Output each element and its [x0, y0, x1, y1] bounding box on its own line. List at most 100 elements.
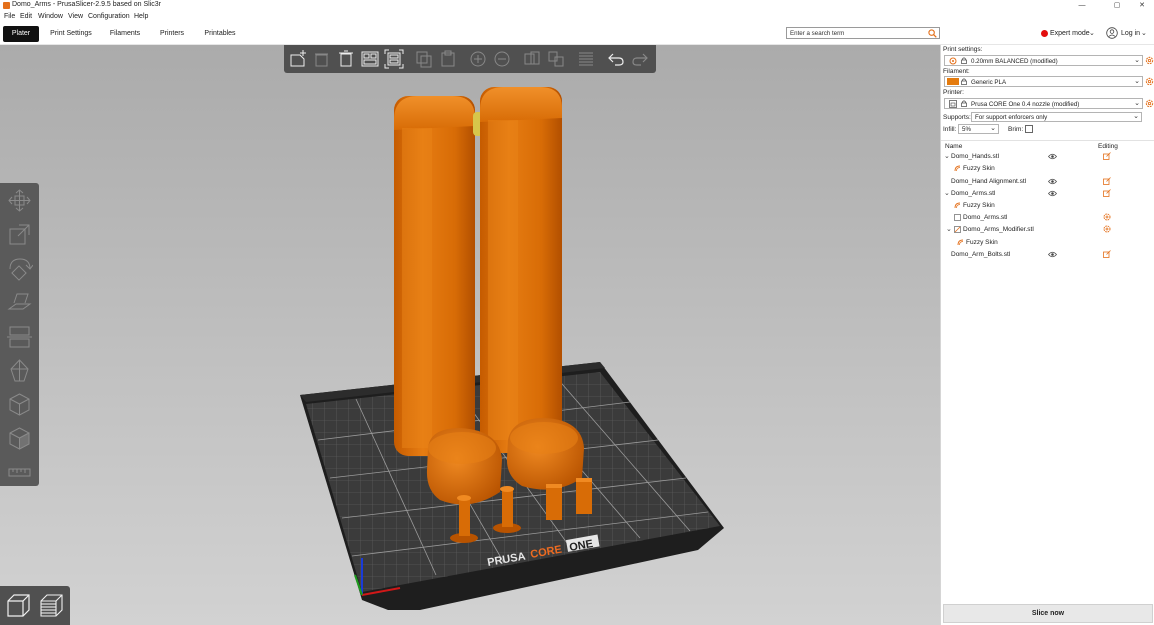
brim-label: Brim:: [1008, 126, 1024, 133]
close-button[interactable]: ✕: [1130, 0, 1154, 11]
chevron-down-icon[interactable]: ⌄: [1089, 29, 1095, 37]
arrange-selection-icon[interactable]: [384, 49, 404, 69]
print-settings-label: Print settings:: [943, 46, 983, 53]
remove-instance-icon[interactable]: [492, 49, 512, 69]
object-list-item[interactable]: ⌄ Domo_Arms.stl: [941, 188, 1154, 200]
preview-layers-icon[interactable]: [37, 591, 66, 620]
chevron-down-icon[interactable]: ⌄: [1141, 29, 1147, 37]
object-list-item[interactable]: ⌄ Domo_Hands.stl: [941, 151, 1154, 163]
domo-hand-right[interactable]: [506, 418, 584, 490]
mmu-painting-icon[interactable]: [6, 425, 33, 452]
mode-selector[interactable]: Expert mode: [1050, 30, 1090, 37]
tab-filaments[interactable]: Filaments: [105, 26, 145, 42]
scale-icon[interactable]: [6, 221, 33, 248]
chevron-down-icon: ⌄: [990, 125, 996, 132]
expand-icon[interactable]: ⌄: [944, 189, 950, 197]
paint-supports-icon[interactable]: [6, 357, 33, 384]
eye-icon[interactable]: [1048, 251, 1057, 258]
fuzzy-skin-icon: [954, 165, 961, 172]
print-settings-combo[interactable]: 0.20mm BALANCED (modified) ⌄: [944, 55, 1143, 66]
tab-plater[interactable]: Plater: [3, 26, 39, 42]
brim-checkbox[interactable]: [1025, 125, 1033, 133]
arrange-icon[interactable]: [360, 49, 380, 69]
window-title: Domo_Arms - PrusaSlicer-2.9.5 based on S…: [12, 1, 162, 8]
menu-view[interactable]: View: [68, 13, 83, 20]
place-on-face-icon[interactable]: [6, 289, 33, 316]
menu-window[interactable]: Window: [38, 13, 63, 20]
edit-settings-icon[interactable]: [1103, 250, 1111, 258]
fuzzy-skin-icon: [957, 239, 964, 246]
domo-hand-left[interactable]: [426, 428, 502, 505]
add-instance-icon[interactable]: [468, 49, 488, 69]
cut-icon[interactable]: [6, 323, 33, 350]
menu-file[interactable]: File: [4, 13, 15, 20]
tab-printables[interactable]: Printables: [198, 26, 242, 42]
edit-settings-icon[interactable]: [1103, 177, 1111, 185]
domo-arm-right[interactable]: [480, 87, 562, 453]
undo-icon[interactable]: [606, 49, 626, 69]
printer-combo[interactable]: Prusa CORE One 0.4 nozzle (modified) ⌄: [944, 98, 1143, 109]
delete-icon[interactable]: [312, 49, 332, 69]
gear-icon[interactable]: [1103, 225, 1111, 233]
3d-scene[interactable]: PRUSA CORE ONE: [0, 45, 940, 625]
chevron-down-icon: ⌄: [1134, 57, 1140, 64]
object-list-item-label: Fuzzy Skin: [966, 239, 998, 246]
redo-icon[interactable]: [630, 49, 650, 69]
maximize-button[interactable]: ▢: [1105, 0, 1129, 11]
search-input[interactable]: Enter a search term: [786, 27, 940, 39]
eye-icon[interactable]: [1048, 190, 1057, 197]
object-list-item-label: Fuzzy Skin: [963, 165, 995, 172]
paste-icon[interactable]: [438, 49, 458, 69]
infill-combo[interactable]: 5% ⌄: [958, 124, 999, 134]
split-parts-icon[interactable]: [546, 49, 566, 69]
user-icon[interactable]: [1106, 27, 1118, 39]
copy-icon[interactable]: [414, 49, 434, 69]
eye-icon[interactable]: [1048, 178, 1057, 185]
supports-label: Supports:: [943, 114, 971, 121]
object-list-item[interactable]: Fuzzy Skin: [941, 163, 1154, 175]
menu-help[interactable]: Help: [134, 13, 148, 20]
move-icon[interactable]: [6, 187, 33, 214]
3d-viewport[interactable]: PRUSA CORE ONE: [0, 45, 940, 625]
slice-now-button[interactable]: Slice now: [943, 604, 1153, 623]
domo-arm-left[interactable]: [394, 96, 475, 456]
object-list-item[interactable]: Domo_Arms.stl: [941, 212, 1154, 224]
3d-view-icon[interactable]: [4, 591, 33, 620]
object-list-item-label: Domo_Arms.stl: [963, 214, 1008, 221]
edit-settings-icon[interactable]: [1103, 189, 1111, 197]
object-list-item[interactable]: Fuzzy Skin: [941, 200, 1154, 212]
sidebar: Print settings: 0.20mm BALANCED (modifie…: [940, 45, 1154, 625]
minimize-button[interactable]: —: [1070, 0, 1094, 11]
menu-edit[interactable]: Edit: [20, 13, 32, 20]
gear-icon[interactable]: [1145, 99, 1154, 108]
eye-icon[interactable]: [1048, 153, 1057, 160]
tab-printers[interactable]: Printers: [155, 26, 189, 42]
rotate-icon[interactable]: [6, 255, 33, 282]
object-list-item[interactable]: Domo_Arm_Bolts.stl: [941, 249, 1154, 261]
search-icon[interactable]: [928, 29, 937, 38]
delete-all-icon[interactable]: [336, 49, 356, 69]
object-list-item[interactable]: Fuzzy Skin: [941, 237, 1154, 249]
login-button[interactable]: Log in: [1121, 30, 1140, 37]
seam-painting-icon[interactable]: [6, 391, 33, 418]
chevron-down-icon: ⌄: [1134, 100, 1140, 107]
split-objects-icon[interactable]: [522, 49, 542, 69]
filament-combo[interactable]: Generic PLA ⌄: [944, 76, 1143, 87]
modifier-icon: [954, 226, 961, 233]
expand-icon[interactable]: ⌄: [946, 225, 952, 233]
printer-value: Prusa CORE One 0.4 nozzle (modified): [971, 100, 1080, 108]
supports-combo[interactable]: For support enforcers only ⌄: [971, 112, 1142, 122]
add-icon[interactable]: [288, 49, 308, 69]
measure-icon[interactable]: [6, 459, 33, 486]
layers-editing-icon[interactable]: [576, 49, 596, 69]
gear-icon[interactable]: [1145, 77, 1154, 86]
menu-configuration[interactable]: Configuration: [88, 13, 130, 20]
object-list-item[interactable]: ⌄ Domo_Arms_Modifier.stl: [941, 224, 1154, 236]
expand-icon[interactable]: ⌄: [944, 152, 950, 160]
edit-settings-icon[interactable]: [1103, 152, 1111, 160]
tab-print-settings[interactable]: Print Settings: [45, 26, 97, 42]
object-list-item[interactable]: Domo_Hand Alignment.stl: [941, 176, 1154, 188]
gear-icon[interactable]: [1145, 56, 1154, 65]
gear-icon[interactable]: [1103, 213, 1111, 221]
filament-color-swatch[interactable]: [947, 78, 959, 85]
